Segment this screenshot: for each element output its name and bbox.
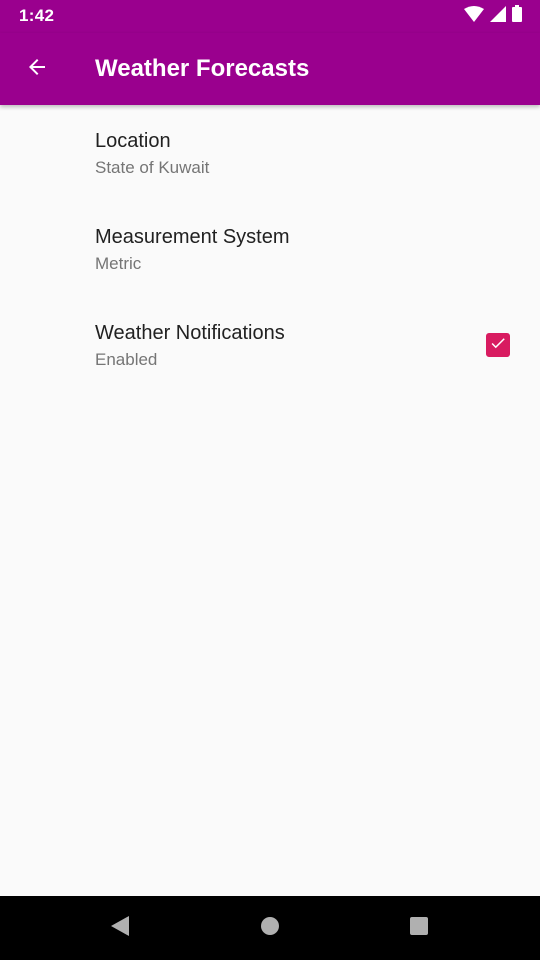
- status-icons: [464, 5, 522, 27]
- preference-weather-notifications[interactable]: Weather Notifications Enabled: [0, 297, 540, 393]
- battery-icon: [512, 5, 522, 27]
- navigation-bar: [0, 896, 540, 960]
- app-bar: Weather Forecasts: [0, 33, 540, 105]
- recents-square-icon: [409, 916, 429, 941]
- preference-list: Location State of Kuwait Measurement Sys…: [0, 105, 540, 393]
- arrow-back-icon: [25, 55, 49, 84]
- preference-title: Measurement System: [95, 226, 290, 248]
- preference-summary: Enabled: [95, 350, 158, 369]
- wifi-icon: [464, 5, 484, 27]
- home-circle-icon: [260, 916, 280, 941]
- preference-measurement-system[interactable]: Measurement System Metric: [0, 201, 540, 297]
- back-triangle-icon: [110, 915, 130, 942]
- check-icon: [489, 334, 507, 357]
- status-bar: 1:42: [0, 0, 540, 33]
- status-time: 1:42: [19, 6, 55, 25]
- preference-title: Location: [95, 130, 171, 152]
- back-button[interactable]: [18, 50, 56, 88]
- nav-back-button[interactable]: [104, 912, 136, 944]
- notifications-checkbox[interactable]: [486, 333, 510, 357]
- cellular-signal-icon: [490, 5, 506, 27]
- preference-title: Weather Notifications: [95, 322, 285, 344]
- preference-summary: Metric: [95, 254, 142, 273]
- preference-summary: State of Kuwait: [95, 158, 210, 177]
- page-title: Weather Forecasts: [95, 55, 310, 82]
- nav-home-button[interactable]: [254, 912, 286, 944]
- nav-recents-button[interactable]: [403, 912, 435, 944]
- preference-location[interactable]: Location State of Kuwait: [0, 105, 540, 201]
- settings-screen: 1:42 Weather Forecasts Location State of…: [0, 0, 540, 960]
